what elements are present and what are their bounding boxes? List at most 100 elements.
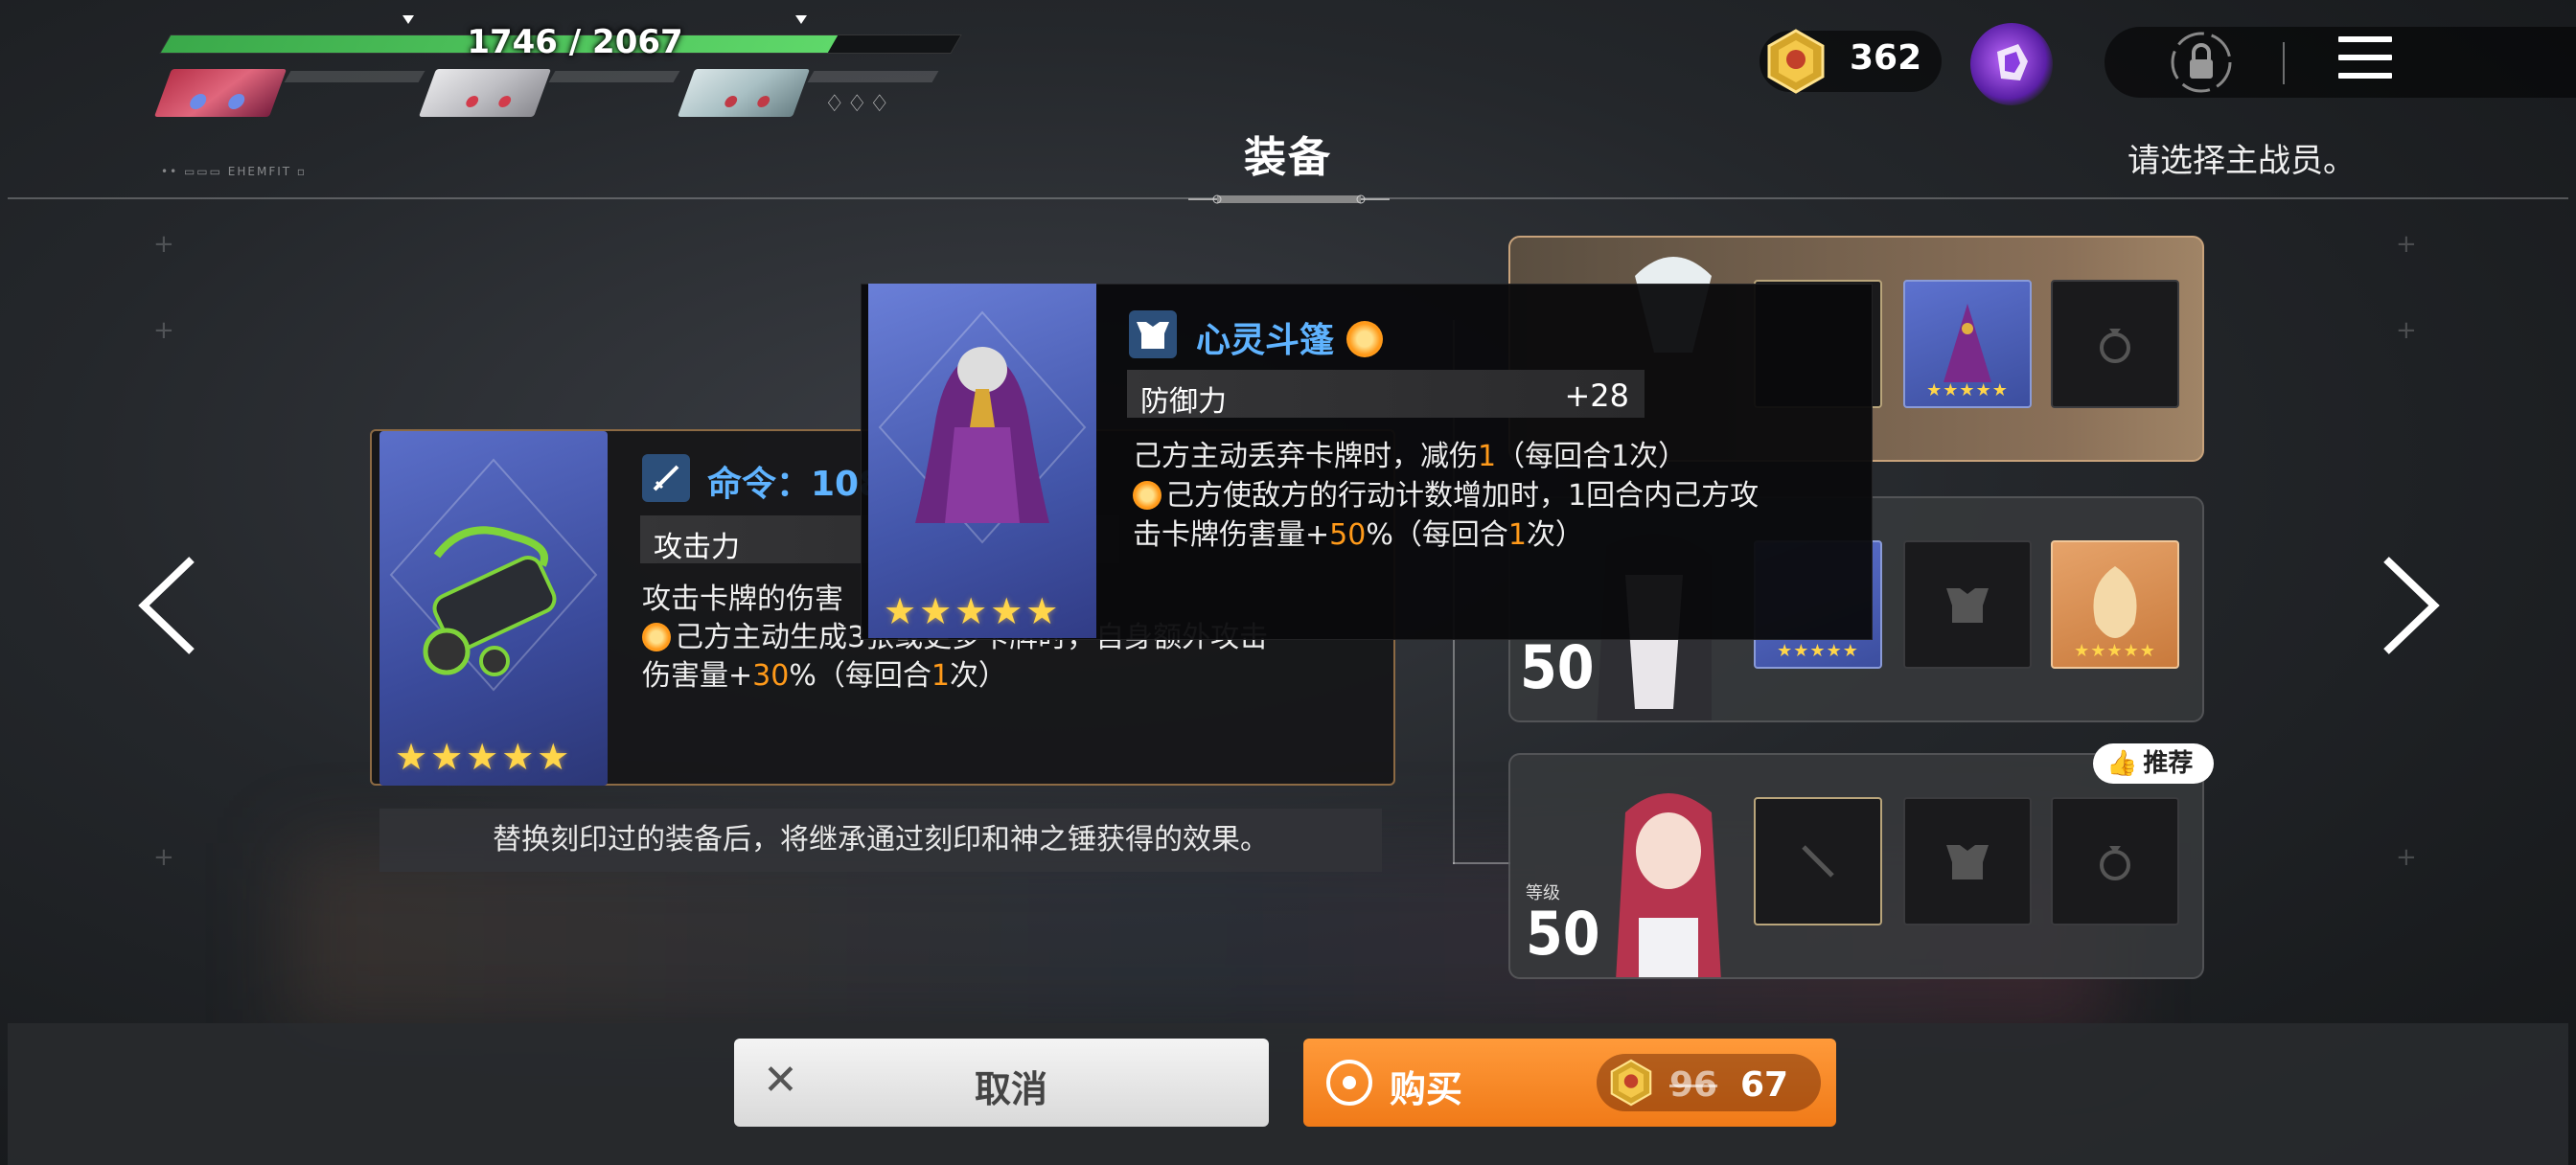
portrait-sub-bar [548,71,680,82]
gem-icon [1610,1059,1652,1107]
equip-slot-ring[interactable] [2051,797,2179,925]
cancel-label: 取消 [974,1068,1047,1110]
current-equipment-stars: ★★★★★ [395,736,573,778]
sun-icon [642,623,671,651]
level-number: 50 [1520,632,1595,702]
buy-button[interactable]: 购买 96 67 [1303,1039,1836,1127]
grid-mark: + [153,843,174,872]
portrait-sub-bar [284,71,426,82]
connector-line [1453,862,1510,864]
target-icon [1326,1060,1372,1106]
armor-type-icon [1129,310,1177,358]
equip-slot-ring[interactable]: ★★★★★ [2051,540,2179,669]
current-stat-label: 攻击力 [654,531,740,564]
grid-mark: + [153,316,174,345]
selected-desc-value: 50 [1329,518,1367,552]
selected-stat-value: +28 [1564,377,1629,414]
selected-desc-value: 1 [1507,518,1527,552]
buy-label: 购买 [1390,1068,1463,1110]
current-desc-value: 1 [931,659,950,693]
portrait-face-icon [190,94,245,109]
character-art [1616,793,1721,977]
discounted-price: 67 [1740,1065,1789,1105]
prev-arrow-icon[interactable] [134,548,211,663]
sword-type-icon [642,454,690,502]
premium-orb-icon[interactable] [1970,23,2053,105]
title-deco [1188,192,1390,205]
gem-icon [1761,27,1830,96]
lock-icon[interactable] [2168,29,2235,96]
current-desc-text: %（每回合 [789,659,932,693]
team-slot-3[interactable]: 等级 50 [1508,753,2204,979]
cancel-button[interactable]: ✕ 取消 [734,1039,1269,1127]
selected-desc-text: 己方使敌方的行动计数增加时，1回合内己方攻 [1165,479,1760,513]
selected-equipment-image [868,284,1096,638]
party-portrait-1[interactable] [153,69,288,117]
equip-slot-weapon[interactable] [1754,797,1882,925]
grid-mark: + [2396,230,2417,259]
gas-mask-weapon-icon [389,458,598,692]
selected-equipment-stars: ★★★★★ [884,590,1062,632]
inherit-note: 替换刻印过的装备后，将继承通过刻印和神之锤获得的效果。 [380,809,1382,872]
current-desc-text: 次） [949,659,1007,693]
select-member-hint: 请选择主战员。 [2128,142,2356,180]
bottom-bar [8,1023,2568,1165]
level-badge: 50 [1520,638,1595,697]
grid-mark: + [2396,843,2417,872]
page-title: 装备 [1244,133,1332,182]
shield-pips-icon: ♢♢♢ [824,90,892,117]
selected-equipment-stat-row: 防御力 +28 [1127,370,1644,419]
current-desc-text: 伤害量+ [642,659,753,693]
selected-equipment-description: 己方主动丢弃卡牌时，减伤1（每回合1次） 己方使敌方的行动计数增加时，1回合内己… [1133,437,1842,555]
next-arrow-icon[interactable] [2367,548,2444,663]
ring-icon [2100,846,2130,880]
hamburger-menu-icon[interactable] [2338,36,2392,84]
selected-desc-text: %（每回合 [1366,518,1508,552]
selected-equipment-name-text: 心灵斗篷 [1196,321,1335,360]
selected-equipment-name: 心灵斗篷 [1196,312,1387,362]
equip-slot-armor[interactable]: ★★★★★ [1903,280,2032,408]
hp-marker [795,15,807,24]
equip-slot-armor[interactable] [1903,540,2032,669]
party-portrait-2[interactable] [418,69,552,117]
cloak-icon [1944,304,1991,382]
price-pill: 96 67 [1597,1054,1821,1111]
grid-mark: + [153,230,174,259]
thumbs-up-icon: 👍 [2106,749,2138,778]
current-equipment-image [380,431,608,786]
selected-desc-text: 次） [1526,518,1584,552]
divider [2283,42,2285,84]
armor-icon [1946,588,1989,623]
recommend-badge: 👍 推荐 [2093,743,2214,784]
ring-icon [2100,329,2130,363]
current-equipment-name: 命令：108 [707,465,884,504]
selected-desc-text: 己方主动丢弃卡牌时，减伤 [1133,440,1478,473]
equip-slot-ring[interactable] [2051,280,2179,408]
level-badge: 等级 50 [1526,879,1600,964]
armor-icon [1946,845,1989,879]
equip-stars: ★★★★★ [1777,641,1859,661]
equip-slot-armor[interactable] [1903,797,2032,925]
hp-marker [402,15,414,24]
sun-badge-icon [1346,321,1383,357]
current-desc-value: 30 [752,659,790,693]
equip-stars: ★★★★★ [1926,380,2009,400]
selected-desc-text: 击卡牌伤害量+ [1133,518,1330,552]
party-portrait-3[interactable] [677,69,811,117]
sun-icon [1133,481,1162,510]
relic-icon [2093,566,2137,638]
equip-stars: ★★★★★ [2074,641,2156,661]
gem-count: 362 [1850,38,1922,78]
sword-icon [1802,845,1834,878]
recommend-label: 推荐 [2143,749,2194,778]
cloak-icon [878,310,1087,544]
grid-mark: + [2396,316,2417,345]
original-price: 96 [1669,1065,1718,1105]
level-number: 50 [1526,899,1600,969]
selected-stat-label: 防御力 [1140,385,1227,419]
portrait-sub-bar [807,71,939,82]
selected-desc-value: 1 [1478,440,1497,473]
portrait-face-icon [466,96,512,107]
party-hp-text: 1746 / 2067 [467,23,683,61]
decor-tag: •• ▭▭▭ EHEMFIT ▫ [161,165,308,178]
